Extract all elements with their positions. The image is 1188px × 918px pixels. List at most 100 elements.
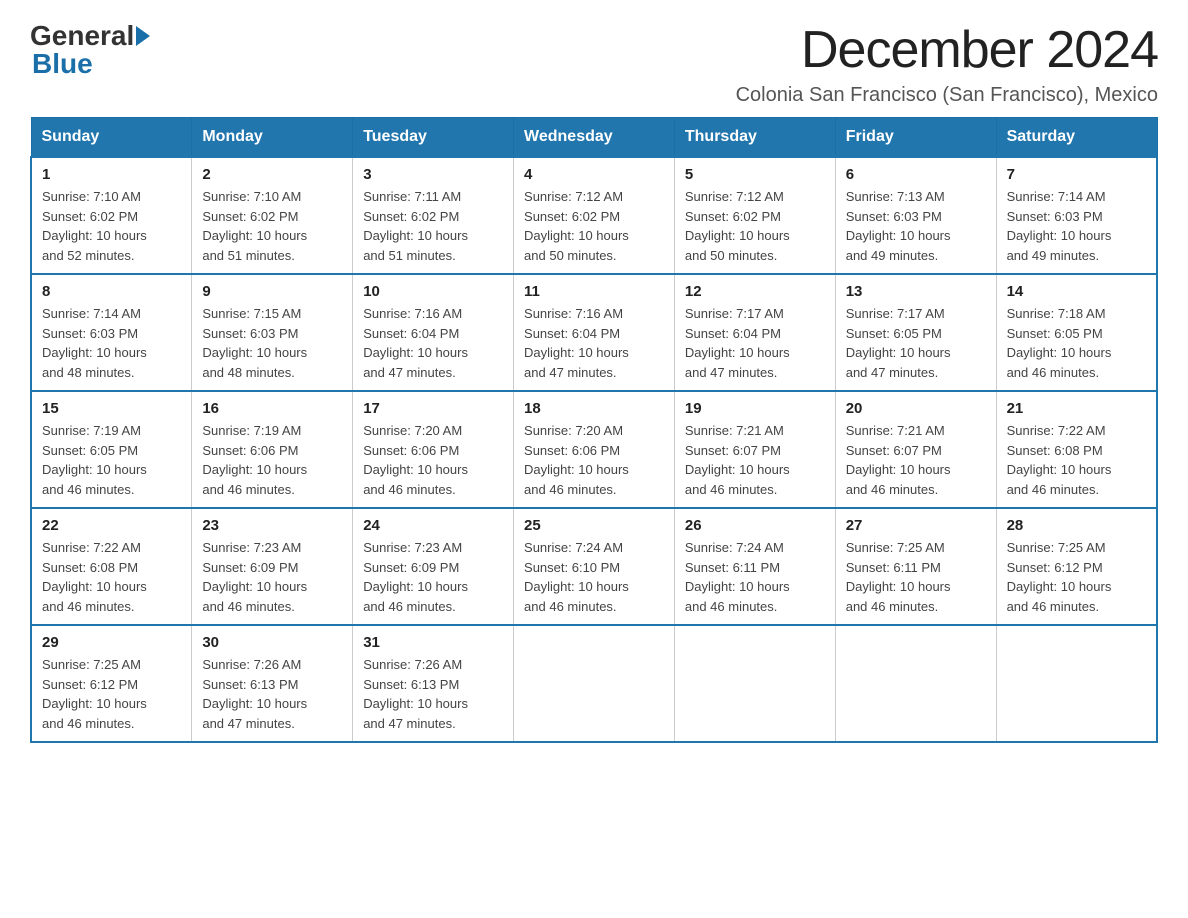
day-info: Sunrise: 7:25 AMSunset: 6:12 PMDaylight:… (42, 655, 181, 733)
day-info: Sunrise: 7:21 AMSunset: 6:07 PMDaylight:… (685, 421, 825, 499)
header: General Blue December 2024 Colonia San F… (30, 20, 1158, 107)
day-info: Sunrise: 7:17 AMSunset: 6:05 PMDaylight:… (846, 304, 986, 382)
header-cell-sunday: Sunday (31, 118, 192, 158)
day-info: Sunrise: 7:12 AMSunset: 6:02 PMDaylight:… (685, 187, 825, 265)
day-cell: 3Sunrise: 7:11 AMSunset: 6:02 PMDaylight… (353, 157, 514, 274)
day-number: 11 (524, 283, 664, 300)
day-number: 25 (524, 517, 664, 534)
day-cell: 20 Sunrise: 7:21 AMSunset: 6:07 PMDayligh… (835, 391, 996, 508)
day-number: 8 (42, 283, 181, 300)
calendar-table: SundayMondayTuesdayWednesdayThursdayFrid… (30, 117, 1158, 743)
day-cell: 22 Sunrise: 7:22 AMSunset: 6:08 PMDayligh… (31, 508, 192, 625)
logo: General Blue (30, 20, 152, 80)
day-number: 20 (846, 400, 986, 417)
title-area: December 2024 Colonia San Francisco (San… (736, 20, 1158, 107)
day-cell (514, 625, 675, 742)
header-cell-tuesday: Tuesday (353, 118, 514, 158)
day-cell (674, 625, 835, 742)
day-cell: 19 Sunrise: 7:21 AMSunset: 6:07 PMDayligh… (674, 391, 835, 508)
day-cell: 10 Sunrise: 7:16 AMSunset: 6:04 PMDayligh… (353, 274, 514, 391)
day-info: Sunrise: 7:24 AMSunset: 6:11 PMDaylight:… (685, 538, 825, 616)
day-info: Sunrise: 7:14 AMSunset: 6:03 PMDaylight:… (42, 304, 181, 382)
day-cell: 27Sunrise: 7:25 AMSunset: 6:11 PMDayligh… (835, 508, 996, 625)
main-title: December 2024 (736, 20, 1158, 80)
day-cell: 13 Sunrise: 7:17 AMSunset: 6:05 PMDayligh… (835, 274, 996, 391)
week-row-3: 15 Sunrise: 7:19 AMSunset: 6:05 PMDayligh… (31, 391, 1157, 508)
day-info: Sunrise: 7:10 AMSunset: 6:02 PMDaylight:… (42, 187, 181, 265)
day-info: Sunrise: 7:22 AMSunset: 6:08 PMDaylight:… (42, 538, 181, 616)
header-cell-monday: Monday (192, 118, 353, 158)
week-row-4: 22 Sunrise: 7:22 AMSunset: 6:08 PMDayligh… (31, 508, 1157, 625)
day-info: Sunrise: 7:24 AMSunset: 6:10 PMDaylight:… (524, 538, 664, 616)
day-cell: 16Sunrise: 7:19 AMSunset: 6:06 PMDayligh… (192, 391, 353, 508)
day-info: Sunrise: 7:14 AMSunset: 6:03 PMDaylight:… (1007, 187, 1146, 265)
day-info: Sunrise: 7:16 AMSunset: 6:04 PMDaylight:… (363, 304, 503, 382)
week-row-5: 29 Sunrise: 7:25 AMSunset: 6:12 PMDayligh… (31, 625, 1157, 742)
day-number: 1 (42, 166, 181, 183)
day-cell: 7 Sunrise: 7:14 AMSunset: 6:03 PMDaylight… (996, 157, 1157, 274)
day-number: 14 (1007, 283, 1146, 300)
day-cell: 6 Sunrise: 7:13 AMSunset: 6:03 PMDaylight… (835, 157, 996, 274)
day-number: 10 (363, 283, 503, 300)
day-cell: 12 Sunrise: 7:17 AMSunset: 6:04 PMDayligh… (674, 274, 835, 391)
day-number: 22 (42, 517, 181, 534)
day-number: 12 (685, 283, 825, 300)
day-number: 6 (846, 166, 986, 183)
day-info: Sunrise: 7:17 AMSunset: 6:04 PMDaylight:… (685, 304, 825, 382)
day-number: 15 (42, 400, 181, 417)
day-cell: 23 Sunrise: 7:23 AMSunset: 6:09 PMDayligh… (192, 508, 353, 625)
header-cell-thursday: Thursday (674, 118, 835, 158)
day-cell: 26 Sunrise: 7:24 AMSunset: 6:11 PMDayligh… (674, 508, 835, 625)
day-cell: 31 Sunrise: 7:26 AMSunset: 6:13 PMDayligh… (353, 625, 514, 742)
day-info: Sunrise: 7:22 AMSunset: 6:08 PMDaylight:… (1007, 421, 1146, 499)
header-cell-friday: Friday (835, 118, 996, 158)
day-cell: 14 Sunrise: 7:18 AMSunset: 6:05 PMDayligh… (996, 274, 1157, 391)
day-cell: 2Sunrise: 7:10 AMSunset: 6:02 PMDaylight… (192, 157, 353, 274)
day-number: 9 (202, 283, 342, 300)
calendar-body: 1 Sunrise: 7:10 AMSunset: 6:02 PMDaylight… (31, 157, 1157, 742)
day-info: Sunrise: 7:20 AMSunset: 6:06 PMDaylight:… (363, 421, 503, 499)
day-cell: 17 Sunrise: 7:20 AMSunset: 6:06 PMDayligh… (353, 391, 514, 508)
day-info: Sunrise: 7:18 AMSunset: 6:05 PMDaylight:… (1007, 304, 1146, 382)
day-info: Sunrise: 7:26 AMSunset: 6:13 PMDaylight:… (202, 655, 342, 733)
day-number: 19 (685, 400, 825, 417)
day-number: 31 (363, 634, 503, 651)
day-info: Sunrise: 7:10 AMSunset: 6:02 PMDaylight:… (202, 187, 342, 265)
day-info: Sunrise: 7:11 AMSunset: 6:02 PMDaylight:… (363, 187, 503, 265)
day-info: Sunrise: 7:13 AMSunset: 6:03 PMDaylight:… (846, 187, 986, 265)
day-number: 18 (524, 400, 664, 417)
day-cell (996, 625, 1157, 742)
calendar-header: SundayMondayTuesdayWednesdayThursdayFrid… (31, 118, 1157, 158)
day-cell: 11 Sunrise: 7:16 AMSunset: 6:04 PMDayligh… (514, 274, 675, 391)
day-number: 26 (685, 517, 825, 534)
day-info: Sunrise: 7:26 AMSunset: 6:13 PMDaylight:… (363, 655, 503, 733)
header-cell-wednesday: Wednesday (514, 118, 675, 158)
day-number: 17 (363, 400, 503, 417)
day-cell: 28Sunrise: 7:25 AMSunset: 6:12 PMDayligh… (996, 508, 1157, 625)
day-cell: 1 Sunrise: 7:10 AMSunset: 6:02 PMDaylight… (31, 157, 192, 274)
week-row-1: 1 Sunrise: 7:10 AMSunset: 6:02 PMDaylight… (31, 157, 1157, 274)
day-number: 13 (846, 283, 986, 300)
day-info: Sunrise: 7:23 AMSunset: 6:09 PMDaylight:… (363, 538, 503, 616)
day-info: Sunrise: 7:25 AMSunset: 6:12 PMDaylight:… (1007, 538, 1146, 616)
day-info: Sunrise: 7:23 AMSunset: 6:09 PMDaylight:… (202, 538, 342, 616)
day-cell: 8 Sunrise: 7:14 AMSunset: 6:03 PMDaylight… (31, 274, 192, 391)
day-info: Sunrise: 7:12 AMSunset: 6:02 PMDaylight:… (524, 187, 664, 265)
day-number: 24 (363, 517, 503, 534)
day-cell: 29 Sunrise: 7:25 AMSunset: 6:12 PMDayligh… (31, 625, 192, 742)
day-info: Sunrise: 7:16 AMSunset: 6:04 PMDaylight:… (524, 304, 664, 382)
day-info: Sunrise: 7:21 AMSunset: 6:07 PMDaylight:… (846, 421, 986, 499)
day-cell: 9Sunrise: 7:15 AMSunset: 6:03 PMDaylight… (192, 274, 353, 391)
subtitle: Colonia San Francisco (San Francisco), M… (736, 84, 1158, 107)
day-number: 29 (42, 634, 181, 651)
day-number: 27 (846, 517, 986, 534)
logo-blue: Blue (32, 48, 93, 79)
day-number: 7 (1007, 166, 1146, 183)
day-number: 23 (202, 517, 342, 534)
day-number: 30 (202, 634, 342, 651)
day-info: Sunrise: 7:20 AMSunset: 6:06 PMDaylight:… (524, 421, 664, 499)
day-number: 5 (685, 166, 825, 183)
header-cell-saturday: Saturday (996, 118, 1157, 158)
day-cell (835, 625, 996, 742)
day-info: Sunrise: 7:19 AMSunset: 6:05 PMDaylight:… (42, 421, 181, 499)
